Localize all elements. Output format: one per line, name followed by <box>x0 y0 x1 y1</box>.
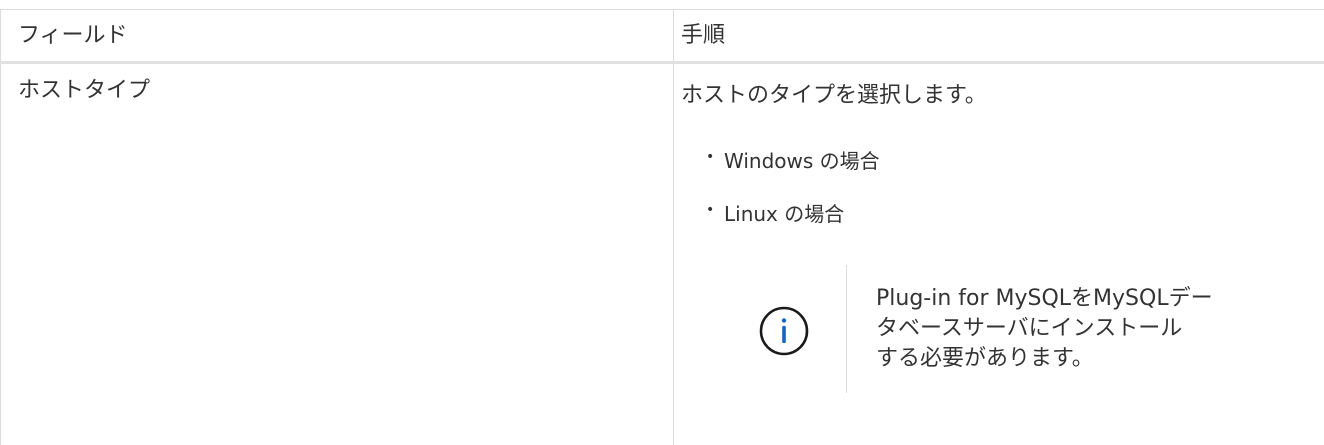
table-top-border <box>0 9 1324 10</box>
list-item: • Windows の場合 <box>704 147 880 175</box>
steps-description: ホストのタイプを選択します。 <box>681 83 987 108</box>
bullet-icon: • <box>706 202 715 218</box>
note-divider <box>846 265 847 393</box>
header-field: フィールド <box>18 23 128 48</box>
host-type-options: • Windows の場合 • Linux の場合 <box>704 147 880 253</box>
note-line: Plug-in for MySQLをMySQLデー <box>876 286 1213 311</box>
bullet-icon: • <box>706 149 715 165</box>
note-line: タベースサーバにインストール <box>876 316 1183 341</box>
option-linux: Linux の場合 <box>724 202 845 226</box>
note-text: Plug-in for MySQLをMySQLデー タベースサーバにインストール… <box>876 284 1213 374</box>
column-divider <box>673 9 674 445</box>
option-windows: Windows の場合 <box>724 149 880 173</box>
header-steps: 手順 <box>681 23 726 48</box>
list-item: • Linux の場合 <box>704 200 880 228</box>
header-bottom-border <box>0 61 1324 64</box>
field-host-type: ホストタイプ <box>18 78 151 103</box>
info-icon <box>758 305 810 357</box>
note-line: する必要があります。 <box>876 346 1094 371</box>
table-left-border <box>0 9 1 445</box>
field-steps-table: フィールド 手順 ホストタイプ ホストのタイプを選択します。 • Windows… <box>0 0 1324 445</box>
